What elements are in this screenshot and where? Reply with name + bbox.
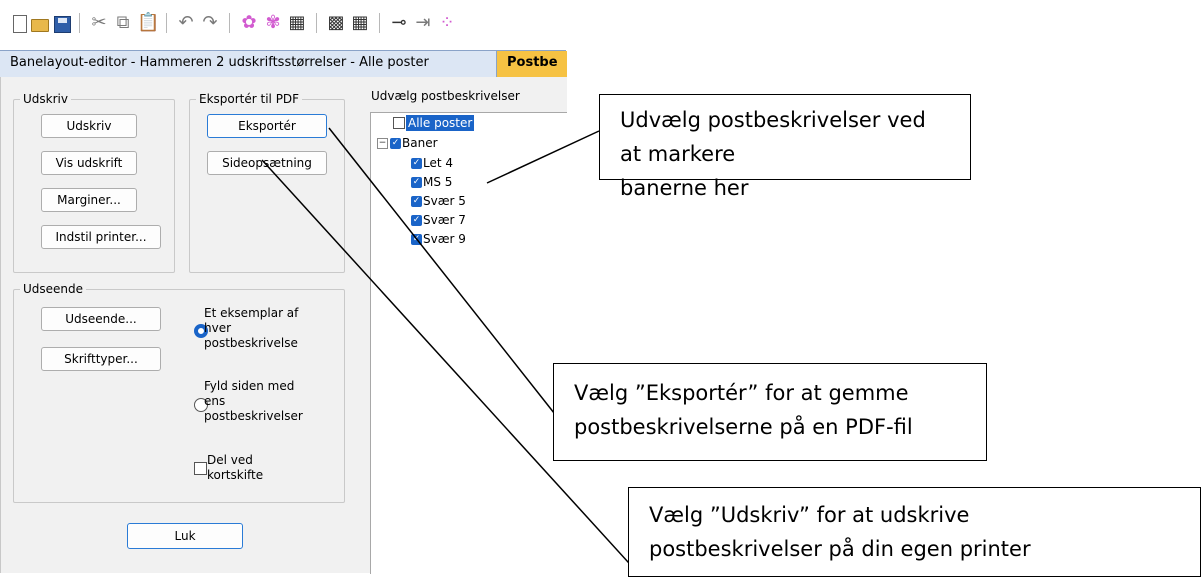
callout-print: Vælg ”Udskriv” for at udskrive postbeskr…	[628, 487, 1201, 577]
fonts-button[interactable]: Skrifttyper...	[41, 347, 161, 371]
tree-node-course-label: Let 4	[423, 156, 454, 170]
table-icon[interactable]: ▦	[287, 14, 307, 32]
tree-node-course[interactable]: ✓ Let 4	[411, 155, 453, 171]
tree-node-course[interactable]: ✓ Svær 9	[411, 231, 466, 247]
checkbox-course[interactable]: ✓	[411, 233, 422, 245]
print-group-legend: Udskriv	[20, 92, 71, 106]
magic2-icon[interactable]: ✾	[263, 14, 283, 32]
exit-icon[interactable]: ⇥	[413, 14, 433, 32]
paste-icon[interactable]: 📋	[137, 14, 159, 32]
checkbox-course[interactable]: ✓	[411, 195, 422, 207]
window-title: Banelayout-editor - Hammeren 2 udskrifts…	[10, 55, 429, 70]
print-button[interactable]: Udskriv	[41, 114, 137, 138]
tree-node-baner-label: Baner	[402, 136, 438, 150]
tab-postbeskrivelser[interactable]: Postbe	[496, 51, 567, 77]
tree-node-course[interactable]: ✓ Svær 7	[411, 212, 466, 228]
cut-icon[interactable]: ✂	[89, 14, 109, 32]
printer-setup-button[interactable]: Indstil printer...	[41, 225, 161, 249]
checkbox-baner[interactable]: ✓	[390, 137, 401, 149]
checkbox-course[interactable]: ✓	[411, 157, 422, 169]
pdf-group: Eksportér til PDF Eksportér Sideopsætnin…	[189, 92, 345, 273]
save-icon[interactable]	[52, 14, 71, 33]
appearance-group-legend: Udseende	[20, 282, 87, 296]
callout-export: Vælg ”Eksportér” for at gemme postbeskri…	[553, 363, 987, 461]
new-icon[interactable]	[8, 14, 27, 33]
key-icon[interactable]: ⊸	[389, 14, 409, 32]
checkbox-course[interactable]: ✓	[411, 176, 422, 188]
callout-select: Udvælg postbeskrivelser ved at markere b…	[599, 94, 971, 200]
tree-node-all-label: Alle poster	[406, 115, 475, 131]
export-button[interactable]: Eksportér	[207, 114, 327, 138]
page-setup-button[interactable]: Sideopsætning	[207, 151, 327, 175]
tree-node-course-label: MS 5	[423, 175, 453, 189]
pdf-group-legend: Eksportér til PDF	[196, 92, 303, 106]
toolbar-separator	[316, 13, 317, 33]
appearance-group: Udseende Udseende... Skrifttyper... Et e…	[13, 282, 345, 503]
print-preview-button[interactable]: Vis udskrift	[41, 151, 137, 175]
print-group: Udskriv Udskriv Vis udskrift Marginer...…	[13, 92, 175, 273]
magic-icon[interactable]: ✿	[239, 14, 259, 32]
tree-node-all[interactable]: Alle poster	[393, 115, 475, 131]
grid2-icon[interactable]: ▦	[350, 14, 370, 32]
toolbar-separator	[166, 13, 167, 33]
toolbar-separator	[379, 13, 380, 33]
radio-fill-page-label: Fyld siden med ens postbeskrivelser	[204, 379, 303, 423]
checkbox-all[interactable]	[393, 117, 405, 129]
more-icon[interactable]: ⁘	[437, 14, 457, 32]
tree-node-course-label: Svær 7	[423, 213, 466, 227]
undo-icon[interactable]: ↶	[176, 14, 196, 32]
tab-label: Postbe	[507, 55, 558, 70]
tree-node-course[interactable]: ✓ MS 5	[411, 174, 452, 190]
tree-node-course[interactable]: ✓ Svær 5	[411, 193, 466, 209]
toolbar: ✂ ⧉ 📋 ↶ ↷ ✿ ✾ ▦ ▩ ▦ ⊸ ⇥ ⁘	[8, 6, 457, 40]
tree-node-baner[interactable]: − ✓ Baner	[377, 135, 438, 151]
tree-legend: Udvælg postbeskrivelser	[371, 89, 520, 103]
toolbar-separator	[229, 13, 230, 33]
collapse-icon[interactable]: −	[377, 137, 388, 149]
checkbox-split-label: Del ved kortskifte	[207, 453, 264, 482]
tree-node-course-label: Svær 9	[423, 232, 466, 246]
open-icon[interactable]	[30, 14, 49, 32]
grid-icon[interactable]: ▩	[326, 14, 346, 32]
close-button[interactable]: Luk	[127, 523, 243, 549]
redo-icon[interactable]: ↷	[200, 14, 220, 32]
appearance-button[interactable]: Udseende...	[41, 307, 161, 331]
checkbox-split[interactable]	[194, 462, 207, 475]
course-tree[interactable]: Alle poster − ✓ Baner ✓ Let 4 ✓ MS 5 ✓ S…	[370, 112, 567, 574]
tree-node-course-label: Svær 5	[423, 194, 466, 208]
title-bar: Banelayout-editor - Hammeren 2 udskrifts…	[0, 50, 567, 78]
toolbar-separator	[79, 13, 80, 33]
margins-button[interactable]: Marginer...	[41, 188, 137, 212]
checkbox-course[interactable]: ✓	[411, 214, 422, 226]
copy-icon[interactable]: ⧉	[113, 14, 133, 32]
radio-one-copy-label: Et eksemplar af hver postbeskrivelse	[204, 306, 299, 350]
